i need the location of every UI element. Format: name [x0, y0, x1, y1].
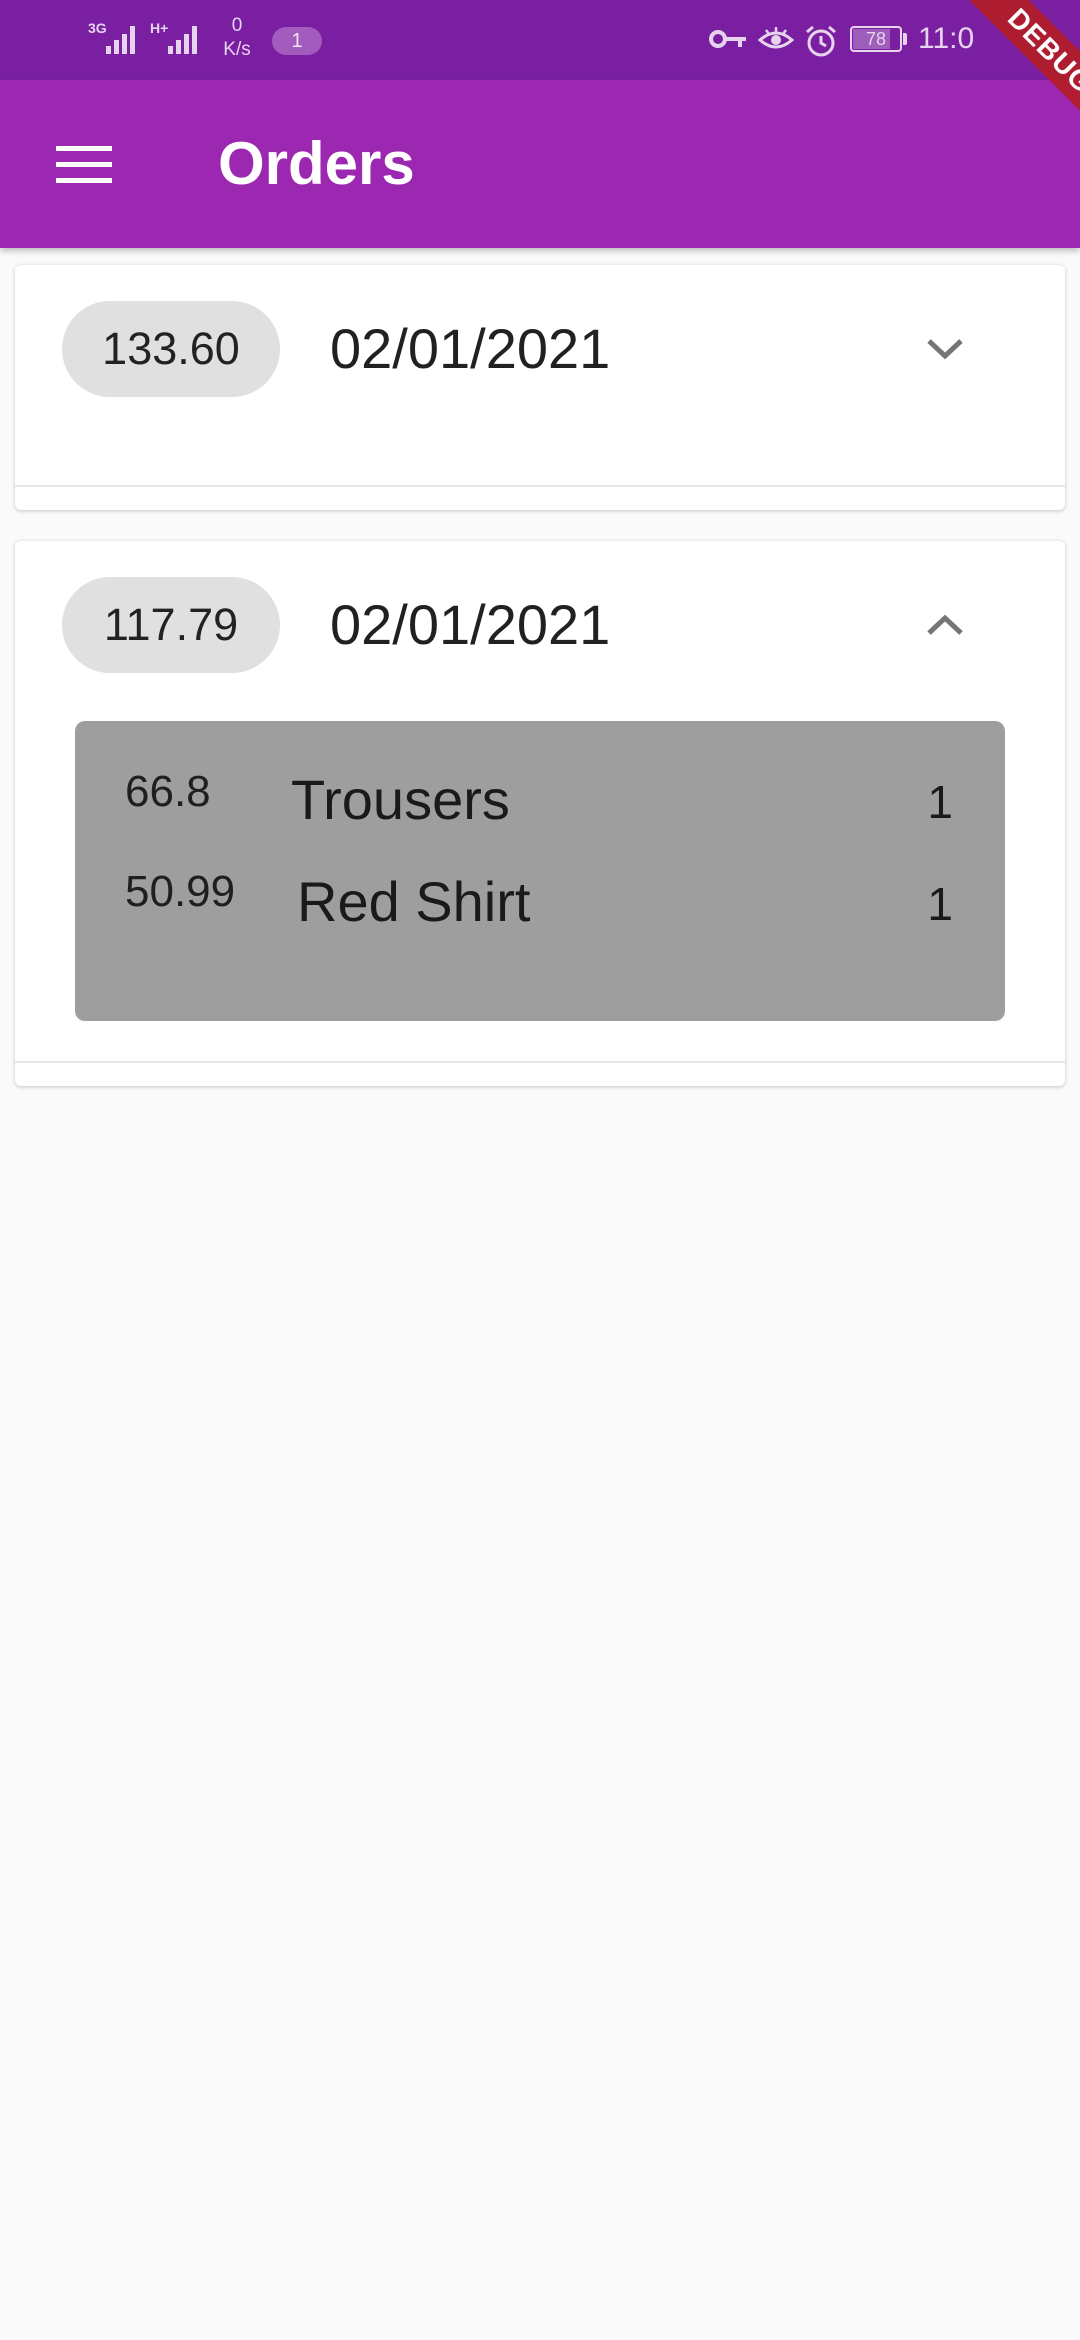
item-quantity: 1 — [927, 776, 953, 828]
item-price: 50.99 — [125, 867, 236, 916]
hamburger-menu-icon — [56, 146, 112, 183]
order-card: 117.79 02/01/2021 66.8 Trousers 1 50.99 … — [15, 541, 1065, 1086]
battery-tip — [903, 33, 907, 45]
order-card: 133.60 02/01/2021 — [15, 265, 1065, 510]
alarm-icon — [806, 25, 836, 57]
battery-icon: 78 — [850, 26, 902, 52]
clock-time: 11:0 — [918, 22, 975, 55]
order-date: 02/01/2021 — [330, 593, 611, 656]
card-divider — [15, 485, 1065, 487]
order-total-chip: 133.60 — [62, 301, 280, 397]
order-items-list: 66.8 Trousers 1 50.99 Red Shirt 1 — [75, 721, 1005, 1021]
signal-strength-icon — [168, 26, 197, 54]
order-item-row: 66.8 Trousers 1 — [75, 721, 1005, 831]
order-total-chip: 117.79 — [62, 577, 280, 673]
vpn-key-icon — [709, 30, 746, 48]
network-speed: 0 K/s — [218, 14, 256, 62]
network-speed-value: 0 — [231, 15, 243, 36]
order-item-row: 50.99 Red Shirt 1 — [75, 833, 1005, 943]
chevron-up-icon — [927, 614, 963, 635]
card-divider — [15, 1061, 1065, 1063]
signal-strength-icon — [106, 26, 135, 54]
network-speed-unit: K/s — [223, 39, 251, 60]
battery-level-text: 78 — [865, 29, 887, 49]
chevron-down-icon — [927, 339, 963, 360]
notification-count-badge: 1 — [272, 27, 322, 55]
item-title: Trousers — [291, 768, 510, 831]
app-bar: Orders — [0, 80, 1080, 248]
menu-button[interactable] — [40, 120, 128, 208]
item-quantity: 1 — [927, 878, 953, 930]
eye-icon — [758, 27, 794, 49]
item-price: 66.8 — [125, 767, 211, 816]
order-date: 02/01/2021 — [330, 317, 611, 380]
collapse-toggle-button[interactable] — [915, 595, 975, 655]
page-title: Orders — [218, 130, 415, 197]
expand-toggle-button[interactable] — [915, 319, 975, 379]
item-title: Red Shirt — [297, 870, 531, 933]
status-bar: 3G H+ 0 K/s 1 78 11:0 — [0, 0, 1080, 80]
